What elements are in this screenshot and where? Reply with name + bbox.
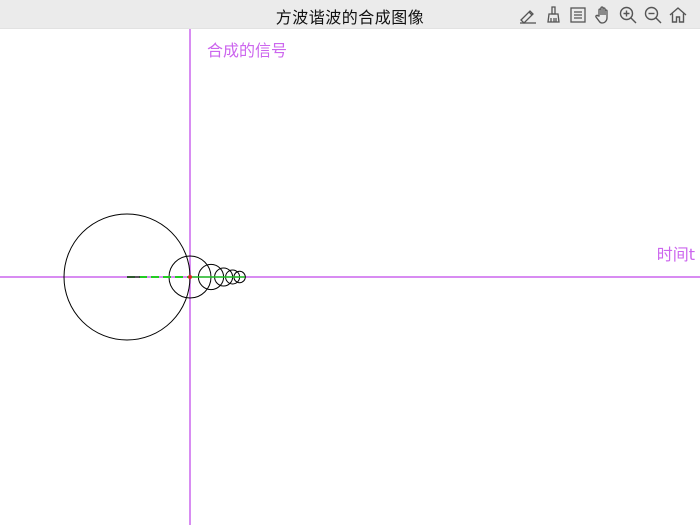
- home-icon[interactable]: [666, 3, 690, 27]
- graph-canvas[interactable]: 合成的信号 时间t: [0, 29, 700, 525]
- zoom-in-icon[interactable]: [616, 3, 640, 27]
- x-axis-label: 时间t: [656, 245, 695, 264]
- toolbar: [516, 3, 690, 27]
- title-bar: 方波谐波的合成图像: [0, 0, 700, 29]
- brush-icon[interactable]: [541, 3, 565, 27]
- trace-point: [188, 275, 192, 279]
- menu-list-icon[interactable]: [566, 3, 590, 27]
- pen-eraser-icon[interactable]: [516, 3, 540, 27]
- hand-pan-icon[interactable]: [591, 3, 615, 27]
- zoom-out-icon[interactable]: [641, 3, 665, 27]
- graph-svg: [0, 29, 700, 525]
- app-window: 方波谐波的合成图像 合成的信号 时间t: [0, 0, 700, 525]
- y-axis-label: 合成的信号: [207, 41, 288, 60]
